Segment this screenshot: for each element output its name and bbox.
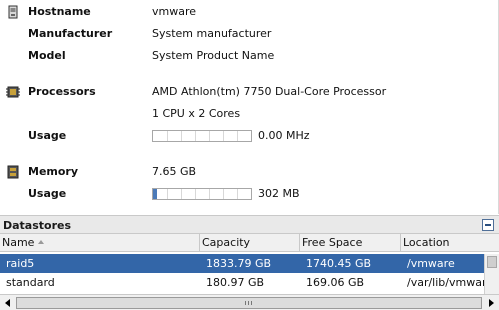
table-row[interactable]: raid5 1833.79 GB 1740.45 GB /vmware xyxy=(0,254,499,273)
column-header-name[interactable]: Name xyxy=(0,234,200,252)
grip-line xyxy=(251,301,252,305)
manufacturer-label: Manufacturer xyxy=(28,27,113,40)
memory-icon xyxy=(7,165,19,179)
processors-detail-row: 1 CPU x 2 Cores xyxy=(0,104,499,124)
datastores-table: Name Capacity Free Space Location raid5 … xyxy=(0,234,499,294)
host-summary-panel: Hostname vmware Manufacturer System manu… xyxy=(0,0,499,214)
memory-usage-label: Usage xyxy=(28,187,67,200)
model-row: Model System Product Name xyxy=(0,46,499,66)
cell-capacity: 180.97 GB xyxy=(206,276,265,289)
hostname-label: Hostname xyxy=(28,5,91,18)
vertical-scrollbar-thumb[interactable] xyxy=(487,256,497,268)
server-icon xyxy=(8,5,18,19)
column-header-location[interactable]: Location xyxy=(401,234,499,252)
grip-line xyxy=(245,301,246,305)
processors-detail: 1 CPU x 2 Cores xyxy=(152,107,241,120)
processors-row: Processors AMD Athlon(tm) 7750 Dual-Core… xyxy=(0,82,499,102)
model-value: System Product Name xyxy=(152,49,275,62)
column-header-name-label: Name xyxy=(2,236,35,249)
meter-segment xyxy=(195,131,196,141)
processors-value: AMD Athlon(tm) 7750 Dual-Core Processor xyxy=(152,85,387,98)
meter-segment xyxy=(223,189,224,199)
manufacturer-value: System manufacturer xyxy=(152,27,272,40)
meter-segment xyxy=(209,131,210,141)
vertical-scrollbar[interactable] xyxy=(484,254,499,294)
table-row[interactable]: standard 180.97 GB 169.06 GB /var/lib/vm… xyxy=(0,273,499,292)
hostname-value: vmware xyxy=(152,5,197,18)
cell-name: standard xyxy=(0,273,200,292)
memory-usage-row: Usage 302 MB xyxy=(0,184,499,204)
minus-icon xyxy=(485,224,491,226)
meter-segment xyxy=(167,189,168,199)
scroll-left-icon[interactable] xyxy=(2,297,14,309)
cpu-icon xyxy=(6,86,20,98)
sort-ascending-icon xyxy=(38,240,45,244)
hostname-row: Hostname vmware xyxy=(0,2,499,22)
column-header-free-space-label: Free Space xyxy=(302,236,363,249)
manufacturer-row: Manufacturer System manufacturer xyxy=(0,24,499,44)
column-header-location-label: Location xyxy=(403,236,450,249)
datastores-header: Datastores xyxy=(0,215,499,234)
cell-capacity: 1833.79 GB xyxy=(206,257,272,270)
horizontal-scrollbar[interactable] xyxy=(0,294,499,310)
datastores-title: Datastores xyxy=(3,219,72,232)
meter-segment xyxy=(237,131,238,141)
memory-value: 7.65 GB xyxy=(152,165,197,178)
meter-segment xyxy=(237,189,238,199)
memory-label: Memory xyxy=(28,165,79,178)
meter-segment xyxy=(223,131,224,141)
column-header-capacity[interactable]: Capacity xyxy=(200,234,300,252)
cell-name: raid5 xyxy=(6,257,35,270)
collapse-button[interactable] xyxy=(482,219,494,231)
memory-usage-meter xyxy=(152,188,252,200)
cpu-usage-label: Usage xyxy=(28,129,67,142)
memory-usage-value: 302 MB xyxy=(258,187,300,200)
meter-segment xyxy=(167,131,168,141)
cell-free-space: 169.06 GB xyxy=(306,276,365,289)
column-header-capacity-label: Capacity xyxy=(202,236,251,249)
grip-line xyxy=(248,301,249,305)
cell-free-space: 1740.45 GB xyxy=(306,257,372,270)
cpu-usage-value: 0.00 MHz xyxy=(258,129,310,142)
cpu-usage-row: Usage 0.00 MHz xyxy=(0,126,499,146)
meter-segment xyxy=(195,189,196,199)
table-header: Name Capacity Free Space Location xyxy=(0,234,499,252)
processors-label: Processors xyxy=(28,85,96,98)
scroll-right-icon[interactable] xyxy=(485,297,497,309)
meter-segment xyxy=(209,189,210,199)
column-header-free-space[interactable]: Free Space xyxy=(300,234,401,252)
model-label: Model xyxy=(28,49,66,62)
cell-location: /var/lib/vmware xyxy=(407,276,484,289)
horizontal-scrollbar-thumb[interactable] xyxy=(16,297,482,309)
meter-segment xyxy=(181,131,182,141)
cpu-usage-meter xyxy=(152,130,252,142)
memory-usage-fill xyxy=(153,189,157,199)
memory-row: Memory 7.65 GB xyxy=(0,162,499,182)
meter-segment xyxy=(181,189,182,199)
